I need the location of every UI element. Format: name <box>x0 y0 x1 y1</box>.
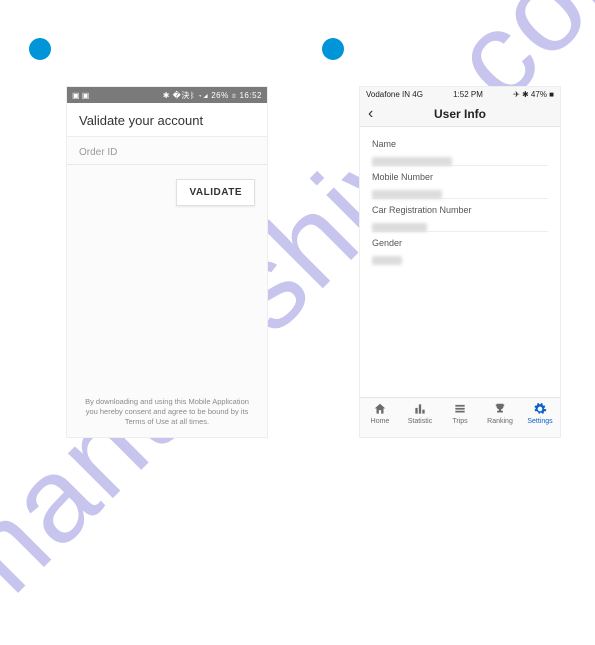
tab-label: Settings <box>527 418 552 425</box>
field-label-car: Car Registration Number <box>372 205 548 215</box>
android-screenshot: ▣ ▣ ✱ �決ᛒ ▿◢ 26% ▯ 16:52 Validate your a… <box>67 87 267 437</box>
tab-statistic[interactable]: Statistic <box>400 398 440 437</box>
nav-title: User Info <box>434 107 486 121</box>
tab-label: Home <box>371 418 390 425</box>
back-button[interactable]: ‹ <box>368 105 373 123</box>
field-value-gender <box>372 252 548 264</box>
field-label-mobile: Mobile Number <box>372 172 548 182</box>
status-carrier: Vodafone IN 4G <box>366 90 423 99</box>
field-value-car <box>372 219 548 232</box>
trophy-icon <box>493 402 507 416</box>
field-label-name: Name <box>372 139 548 149</box>
status-bar: ▣ ▣ ✱ �決ᛒ ▿◢ 26% ▯ 16:52 <box>67 87 267 103</box>
list-icon <box>453 402 467 416</box>
ios-screenshot: Vodafone IN 4G 1:52 PM ✈ ✱ 47% ■ ‹ User … <box>360 87 560 437</box>
home-icon <box>373 402 387 416</box>
page-title: Validate your account <box>67 103 267 137</box>
tab-label: Ranking <box>487 418 513 425</box>
blue-bullet <box>29 38 51 60</box>
field-label-gender: Gender <box>372 238 548 248</box>
field-value-name <box>372 153 548 166</box>
status-bar: Vodafone IN 4G 1:52 PM ✈ ✱ 47% ■ <box>360 87 560 101</box>
gear-icon <box>533 402 547 416</box>
blue-bullet <box>322 38 344 60</box>
footer-line: Terms of Use at all times. <box>125 417 209 426</box>
tab-label: Statistic <box>408 418 433 425</box>
tab-settings[interactable]: Settings <box>520 398 560 437</box>
footer-line: By downloading and using this Mobile App… <box>85 397 249 406</box>
validate-button[interactable]: VALIDATE <box>176 179 255 206</box>
chart-icon <box>413 402 427 416</box>
terms-footer: By downloading and using this Mobile App… <box>67 397 267 427</box>
status-battery: ✈ ✱ 47% ■ <box>513 90 554 99</box>
tab-bar: Home Statistic Trips Ranking Settings <box>360 397 560 437</box>
order-id-field[interactable]: Order ID <box>67 137 267 165</box>
status-time: 1:52 PM <box>453 90 483 99</box>
nav-bar: ‹ User Info <box>360 101 560 127</box>
field-value-mobile <box>372 186 548 199</box>
status-left-icons: ▣ ▣ <box>72 91 89 100</box>
tab-home[interactable]: Home <box>360 398 400 437</box>
status-right-icons: ✱ �決ᛒ ▿◢ 26% ▯ 16:52 <box>163 90 262 101</box>
tab-label: Trips <box>452 418 467 425</box>
tab-trips[interactable]: Trips <box>440 398 480 437</box>
footer-line: you hereby consent and agree to be bound… <box>86 407 249 416</box>
tab-ranking[interactable]: Ranking <box>480 398 520 437</box>
